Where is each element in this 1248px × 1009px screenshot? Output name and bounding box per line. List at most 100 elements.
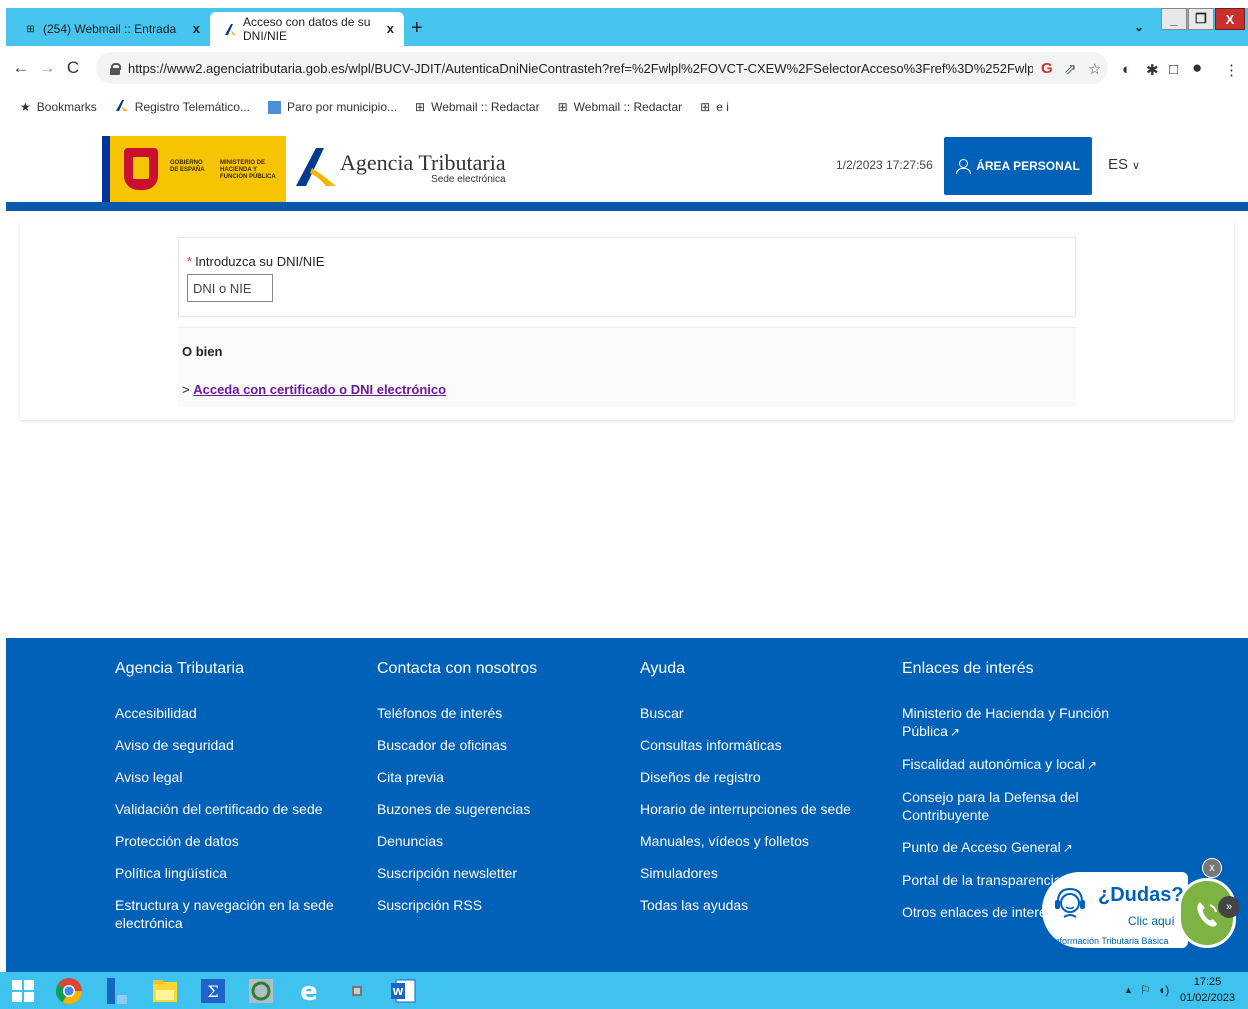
certificate-access-link[interactable]: Acceda con certificado o DNI electrónico <box>193 382 446 397</box>
alternative-access-box: O bien > Acceda con certificado o DNI el… <box>178 327 1076 407</box>
bookmark-item[interactable]: Paro por municipio... <box>267 100 397 114</box>
cert-link-row: > Acceda con certificado o DNI electróni… <box>182 382 446 397</box>
word-icon[interactable]: W <box>388 976 418 1006</box>
tray-chevron-up-icon[interactable]: ▲ <box>1124 985 1133 995</box>
profile-avatar[interactable]: ● <box>1192 58 1202 78</box>
footer-link[interactable]: Suscripción newsletter <box>377 864 607 882</box>
footer-link[interactable]: Denuncias <box>377 832 607 850</box>
footer-link[interactable]: Protección de datos <box>115 832 345 850</box>
browser-toolbar: ← → C https://www2.agenciatributaria.gob… <box>6 46 1248 90</box>
tab-close-icon[interactable]: x <box>193 21 200 36</box>
file-explorer-icon[interactable] <box>150 976 180 1006</box>
address-bar[interactable]: https://www2.agenciatributaria.gob.es/wl… <box>96 52 1108 84</box>
chrome-icon[interactable] <box>54 976 84 1006</box>
share-icon[interactable]: ⇗ <box>1064 60 1077 78</box>
bookmark-star-icon[interactable]: ☆ <box>1088 60 1101 78</box>
svg-text:Σ: Σ <box>207 982 218 1001</box>
windows-start-icon[interactable] <box>8 976 38 1006</box>
area-personal-button[interactable]: ÁREA PERSONAL <box>944 137 1092 195</box>
coat-of-arms-icon <box>124 148 158 190</box>
flag-icon[interactable]: ⚐ <box>1140 983 1151 997</box>
menu-kebab-icon[interactable]: ⋮ <box>1224 61 1239 79</box>
chevron-right-icon[interactable]: » <box>1218 896 1240 918</box>
footer-link[interactable]: Política lingüística <box>115 864 345 882</box>
maximize-icon[interactable]: ❐ <box>1188 8 1214 30</box>
footer-link[interactable]: Horario de interrupciones de sede <box>640 800 870 818</box>
footer-link[interactable]: Aviso de seguridad <box>115 736 345 754</box>
footer-link[interactable]: Consejo para la Defensa del Contribuyent… <box>902 788 1112 824</box>
login-panel: *Introduzca su DNI/NIE O bien > Acceda c… <box>20 220 1234 420</box>
eu-flag-stripe <box>102 136 110 202</box>
phone-icon <box>1197 902 1217 927</box>
support-app-icon[interactable] <box>246 976 276 1006</box>
link-prefix: > <box>182 382 190 397</box>
extension-icon[interactable]: ◐ <box>1122 61 1131 78</box>
footer-link[interactable]: Cita previa <box>377 768 607 786</box>
clock-date: 01/02/2023 <box>1180 992 1236 1004</box>
sidepanel-icon[interactable]: □ <box>1169 61 1178 78</box>
internet-explorer-icon[interactable]: e <box>294 976 324 1006</box>
tab-close-icon[interactable]: x <box>387 21 394 36</box>
reload-icon[interactable]: C <box>60 58 86 78</box>
agencia-tributaria-logo[interactable]: Agencia Tributaria Sede electrónica <box>294 146 506 188</box>
dudas-bubble[interactable]: ¿Dudas? Clic aquí Información Tributaria… <box>1042 872 1188 948</box>
sum-app-icon[interactable]: Σ <box>198 976 228 1006</box>
star-icon: ★ <box>20 100 31 114</box>
chevron-down-icon: ∨ <box>1132 160 1141 172</box>
puzzle-icon[interactable]: ✱ <box>1146 61 1159 79</box>
bookmark-item[interactable]: ★ Bookmarks <box>20 100 97 114</box>
footer-link[interactable]: Accesibilidad <box>115 704 345 722</box>
footer-link[interactable]: Fiscalidad autonómica y local ↗ <box>902 755 1112 774</box>
bookmark-item[interactable]: ⊞ Webmail :: Redactar <box>558 100 683 114</box>
new-tab-button[interactable]: + <box>411 17 423 40</box>
desktop-app-icon[interactable] <box>102 976 132 1006</box>
dudas-clic: Clic aquí <box>1128 914 1175 928</box>
gobierno-logo[interactable]: GOBIERNO DE ESPAÑA MINISTERIO DE HACIEND… <box>102 136 286 202</box>
webmail-icon: ⊞ <box>700 100 711 114</box>
agencia-tributaria-icon <box>115 99 129 115</box>
tab-label: (254) Webmail :: Entrada <box>43 22 177 36</box>
external-link-icon: ↗ <box>949 725 960 739</box>
dni-label: * Introduzca su DNI/NIE <box>187 254 325 269</box>
footer-link[interactable]: Simuladores <box>640 864 870 882</box>
dni-input[interactable] <box>187 274 273 302</box>
footer-link[interactable]: Todas las ayudas <box>640 896 870 914</box>
back-icon[interactable]: ← <box>8 58 34 78</box>
volume-icon[interactable]: ◖) <box>1158 983 1169 997</box>
minimize-icon[interactable]: _ <box>1161 8 1187 30</box>
window-close-icon[interactable]: X <box>1215 8 1245 30</box>
footer-link[interactable]: Aviso legal <box>115 768 345 786</box>
bookmark-item[interactable]: ⊞ Webmail :: Redactar <box>415 100 540 114</box>
footer-link[interactable]: Buscador de oficinas <box>377 736 607 754</box>
tab-webmail[interactable]: ⊞ (254) Webmail :: Entrada x <box>10 12 210 46</box>
language-selector[interactable]: ES ∨ <box>1108 156 1140 173</box>
url-text: https://www2.agenciatributaria.gob.es/wl… <box>128 60 1033 76</box>
forward-icon[interactable]: → <box>34 58 60 78</box>
google-icon[interactable]: G <box>1041 60 1053 77</box>
footer-link[interactable]: Buscar <box>640 704 870 722</box>
session-datetime: 1/2/2023 17:27:56 <box>836 158 933 172</box>
dudas-help-widget[interactable]: ¿Dudas? Clic aquí Información Tributaria… <box>1042 858 1242 948</box>
footer-link[interactable]: Teléfonos de interés <box>377 704 607 722</box>
bookmark-item[interactable]: ⊞ e i <box>700 100 729 114</box>
footer-link[interactable]: Suscripción RSS <box>377 896 607 914</box>
system-clock[interactable]: 17:25 01/02/2023 <box>1180 974 1235 1006</box>
footer-link[interactable]: Consultas informáticas <box>640 736 870 754</box>
footer-link[interactable]: Ministerio de Hacienda y Función Pública… <box>902 704 1112 741</box>
tab-acceso-dni[interactable]: Acceso con datos de su DNI/NIE x <box>210 12 404 46</box>
external-link-icon: ↗ <box>1062 841 1073 855</box>
footer-link[interactable]: Punto de Acceso General ↗ <box>902 838 1112 857</box>
footer-link[interactable]: Buzones de sugerencias <box>377 800 607 818</box>
footer-link[interactable]: Diseños de registro <box>640 768 870 786</box>
bookmark-item[interactable]: Registro Telemático... <box>115 99 250 115</box>
tab-search-icon[interactable]: ⌄ <box>1134 16 1144 38</box>
small-app-icon[interactable] <box>342 976 372 1006</box>
footer-link[interactable]: Estructura y navegación en la sede elect… <box>115 896 345 932</box>
footer-column-contacta: Contacta con nosotros Teléfonos de inter… <box>377 638 607 928</box>
external-link-icon: ↗ <box>1086 758 1097 772</box>
footer-link[interactable]: Validación del certificado de sede <box>115 800 345 818</box>
gov-text: GOBIERNO DE ESPAÑA <box>170 160 205 173</box>
svg-text:e: e <box>300 978 318 1004</box>
footer-link[interactable]: Manuales, vídeos y folletos <box>640 832 870 850</box>
dudas-close-icon[interactable]: x <box>1202 858 1222 878</box>
